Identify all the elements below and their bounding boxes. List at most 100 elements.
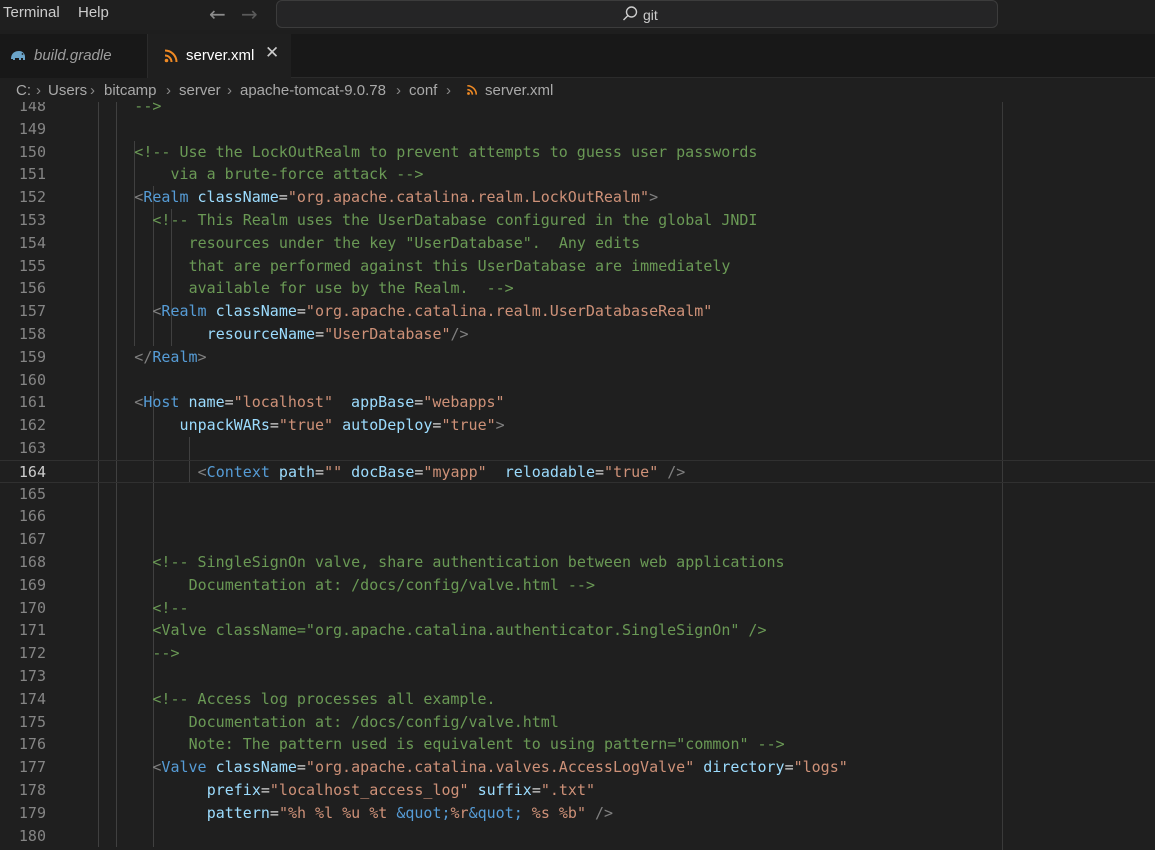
tab-build-gradle[interactable]: build.gradle (0, 34, 148, 78)
breadcrumb-item[interactable]: server (179, 82, 221, 99)
line-number: 179 (18, 803, 46, 822)
code-token: </ (134, 347, 153, 366)
breadcrumb-item[interactable]: bitcamp (104, 82, 157, 99)
breadcrumb-item[interactable]: apache-tomcat-9.0.78 (240, 82, 386, 99)
code-line[interactable]: 172 --> (0, 642, 1155, 665)
code-line[interactable]: 159 </Realm> (0, 346, 1155, 369)
code-line[interactable]: 154 resources under the key "UserDatabase… (0, 232, 1155, 255)
code-token: Realm (152, 347, 198, 366)
breadcrumb-item[interactable]: Users (48, 82, 87, 99)
breadcrumb-item[interactable]: C: (16, 82, 31, 99)
code-line[interactable]: 165 (0, 483, 1155, 506)
forward-arrow-icon[interactable]: → (241, 2, 258, 26)
code-line[interactable]: 155 that are performed against this UserD… (0, 255, 1155, 278)
code-text: <Valve className="org.apache.catalina.va… (152, 756, 847, 779)
code-token: "org.apache.catalina.realm.UserDatabaseR… (305, 302, 713, 321)
code-token: > (495, 416, 505, 435)
code-token: className (197, 188, 279, 207)
tab-label-server-xml: server.xml (186, 47, 255, 64)
code-line[interactable]: 173 (0, 665, 1155, 688)
breadcrumb-item[interactable]: conf (409, 82, 437, 99)
code-token: Realm (161, 302, 207, 321)
code-token: unpackWARs (179, 416, 270, 435)
code-line[interactable]: 169 Documentation at: /docs/config/valve.… (0, 574, 1155, 597)
code-line[interactable]: 151 via a brute-force attack --> (0, 163, 1155, 186)
breadcrumb-separator: › (396, 82, 401, 99)
code-line[interactable]: 157 <Realm className="org.apache.catalina… (0, 300, 1155, 323)
code-text: <!-- SingleSignOn valve, share authentic… (152, 551, 784, 574)
code-text: --> (134, 102, 161, 118)
line-number: 163 (18, 439, 46, 457)
code-line[interactable]: 152 <Realm className="org.apache.catalina… (0, 186, 1155, 209)
line-number: 155 (18, 256, 46, 275)
code-token: <Valve className="org.apache.catalina.au… (152, 621, 767, 640)
code-token: < (134, 393, 144, 412)
code-line[interactable]: 174 <!-- Access log processes all example… (0, 688, 1155, 711)
code-token: "%h %l %u %t (278, 803, 397, 822)
code-text: resourceName="UserDatabase"/> (207, 323, 469, 346)
code-token: /> (450, 325, 469, 343)
code-token: "true" (604, 462, 659, 481)
code-line[interactable]: 162 unpackWARs="true" autoDeploy="true"> (0, 414, 1155, 437)
line-number: 162 (18, 416, 46, 435)
line-number: 164 (18, 462, 46, 481)
code-line[interactable]: 180 (0, 825, 1155, 848)
code-line[interactable]: 156 available for use by the Realm. --> (0, 277, 1155, 300)
search-label: git (643, 7, 658, 23)
code-line[interactable]: 161 <Host name="localhost" appBase="webap… (0, 391, 1155, 414)
close-icon[interactable]: ✕ (265, 43, 279, 63)
code-line[interactable]: 175 Documentation at: /docs/config/valve.… (0, 711, 1155, 734)
code-line[interactable]: 149 (0, 118, 1155, 141)
code-line[interactable]: 177 <Valve className="org.apache.catalina… (0, 756, 1155, 779)
code-line[interactable]: 153 <!-- This Realm uses the UserDatabase… (0, 209, 1155, 232)
code-line[interactable]: 179 pattern="%h %l %u %t &quot;%r&quot; %… (0, 802, 1155, 825)
line-number: 153 (18, 211, 46, 229)
code-line[interactable]: 164 <Context path="" docBase="myapp" relo… (0, 459, 1155, 483)
tab-server-xml[interactable]: server.xml ✕ (148, 34, 291, 78)
line-number: 174 (18, 689, 46, 708)
code-line[interactable]: 148 --> (0, 102, 1155, 118)
code-line[interactable]: 166 (0, 505, 1155, 528)
code-line[interactable]: 178 prefix="localhost_access_log" suffix=… (0, 779, 1155, 802)
code-line[interactable]: 171 <Valve className="org.apache.catalina… (0, 619, 1155, 642)
code-editor[interactable]: 148 --> 149 150 <!-- Use the LockOutRealm to… (0, 102, 1155, 850)
code-token: reloadable (504, 462, 596, 481)
code-line[interactable]: 167 (0, 528, 1155, 551)
code-line[interactable]: 176 Note: The pattern used is equivalent … (0, 733, 1155, 756)
tab-label-build-gradle: build.gradle (34, 47, 112, 64)
line-number: 173 (18, 667, 46, 685)
code-token: "" (324, 462, 343, 481)
code-token: <!-- (152, 598, 189, 617)
search-icon (623, 6, 638, 21)
menu-terminal[interactable]: Terminal (3, 4, 60, 21)
line-number: 168 (18, 553, 46, 571)
code-text: via a brute-force attack --> (171, 163, 424, 186)
code-token: path (278, 462, 316, 481)
line-number: 169 (18, 575, 46, 594)
back-arrow-icon[interactable]: ← (209, 2, 226, 26)
code-line[interactable]: 160 (0, 369, 1155, 392)
command-center-search[interactable]: git (276, 0, 998, 28)
code-token: name (188, 393, 225, 412)
breadcrumb-item[interactable]: server.xml (485, 82, 553, 99)
rss-xml-icon (164, 49, 178, 63)
code-line[interactable]: 150 <!-- Use the LockOutRealm to prevent … (0, 141, 1155, 164)
code-token: <!-- SingleSignOn valve, share authentic… (152, 553, 785, 571)
code-text: available for use by the Realm. --> (189, 277, 514, 300)
code-line[interactable]: 163 (0, 437, 1155, 460)
code-token: = (269, 803, 279, 822)
line-number: 176 (18, 735, 46, 754)
code-line[interactable]: 170 <!-- (0, 597, 1155, 620)
code-line[interactable]: 158 resourceName="UserDatabase"/> (0, 323, 1155, 346)
code-text: <!-- This Realm uses the UserDatabase co… (152, 209, 757, 232)
line-number: 154 (18, 233, 46, 252)
code-text: <!-- Use the LockOutRealm to prevent att… (134, 141, 757, 164)
line-number: 177 (18, 758, 46, 777)
menu-help[interactable]: Help (78, 4, 109, 21)
tab-bar: build.gradle server.xml ✕ (0, 34, 1155, 78)
code-token: <!-- Access log processes all example. (152, 689, 496, 708)
code-token: = (595, 462, 605, 481)
code-line[interactable]: 168 <!-- SingleSignOn valve, share authen… (0, 551, 1155, 574)
